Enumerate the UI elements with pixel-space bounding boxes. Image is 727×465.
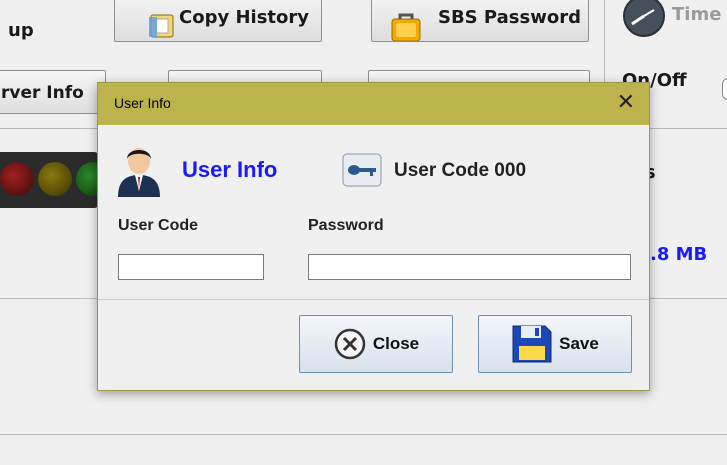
server-info-button[interactable]: rver Info [0, 70, 106, 114]
traffic-light [0, 152, 110, 208]
lock-icon [391, 13, 421, 41]
clock-icon [623, 0, 665, 37]
size-label: .8 MB [650, 244, 708, 265]
key-icon [342, 153, 382, 187]
onoff-toggle-edge[interactable] [722, 78, 727, 100]
dialog-title: User Info [114, 95, 171, 111]
left-label: up [8, 20, 34, 41]
user-info-dialog: User Info ✕ User Info User Code 000 User… [97, 82, 650, 391]
dialog-heading: User Info [182, 157, 278, 182]
user-icon [118, 148, 160, 197]
copy-history-button[interactable]: Copy History [114, 0, 322, 42]
user-code-label: User Code [118, 217, 199, 234]
close-icon[interactable]: ✕ [617, 90, 635, 116]
server-info-label: rver Info [1, 83, 84, 103]
dialog-titlebar[interactable]: User Info ✕ [98, 83, 649, 125]
user-code-display: User Code 000 [394, 160, 527, 181]
red-light [0, 162, 34, 196]
dialog-separator [98, 299, 649, 300]
close-button-label: Close [372, 334, 420, 353]
password-label: Password [308, 217, 384, 234]
save-button[interactable]: Save [478, 315, 632, 373]
password-input[interactable] [308, 254, 631, 280]
yellow-light [38, 162, 72, 196]
save-button-label: Save [559, 334, 599, 353]
save-icon [512, 325, 552, 363]
copy-history-label: Copy History [179, 7, 309, 28]
sbs-password-button[interactable]: SBS Password [371, 0, 589, 42]
close-button[interactable]: Close [299, 315, 453, 373]
history-icon [149, 14, 174, 38]
user-code-input[interactable] [118, 254, 264, 280]
sbs-password-label: SBS Password [438, 7, 581, 28]
close-circle-icon [334, 328, 366, 360]
time-label: Time [672, 4, 722, 25]
lower-separator [0, 434, 727, 435]
